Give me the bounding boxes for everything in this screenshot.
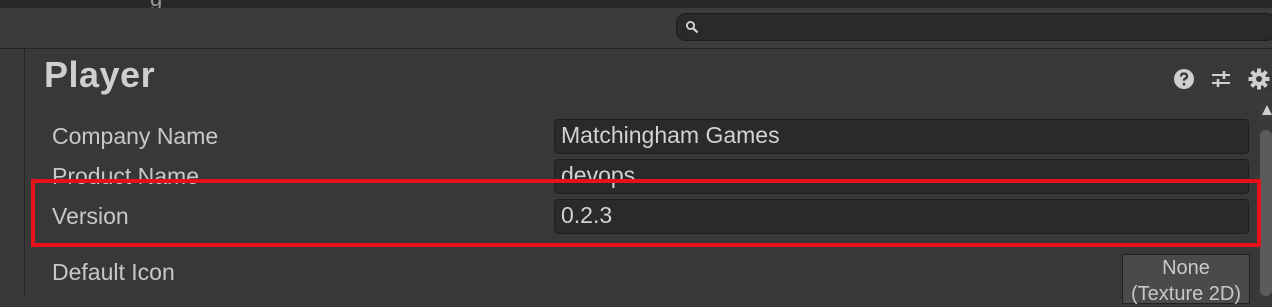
product-name-label: Product Name bbox=[52, 163, 200, 189]
search-input[interactable] bbox=[676, 13, 1272, 41]
default-icon-texture-slot[interactable]: None (Texture 2D) bbox=[1122, 254, 1250, 305]
company-name-field[interactable]: Matchingham Games bbox=[554, 119, 1249, 154]
search-icon bbox=[686, 21, 699, 34]
company-name-label: Company Name bbox=[52, 123, 219, 149]
scroll-up-arrow-icon[interactable] bbox=[1262, 105, 1272, 115]
left-panel-edge bbox=[0, 49, 25, 296]
version-label: Version bbox=[52, 203, 129, 229]
scrollbar-thumb[interactable] bbox=[1260, 130, 1272, 296]
default-icon-label: Default Icon bbox=[52, 259, 175, 285]
top-window-strip: g bbox=[0, 0, 1272, 11]
texture-slot-type-text: (Texture 2D) bbox=[1130, 283, 1242, 305]
help-icon[interactable] bbox=[1172, 67, 1196, 91]
texture-slot-none-text: None bbox=[1162, 257, 1210, 279]
page-title: Player bbox=[44, 54, 156, 95]
search-toolbar bbox=[0, 8, 1272, 49]
version-field[interactable]: 0.2.3 bbox=[554, 199, 1249, 234]
settings-icon[interactable] bbox=[1247, 67, 1271, 91]
presets-icon[interactable] bbox=[1209, 67, 1233, 91]
product-name-field[interactable]: devops bbox=[554, 159, 1249, 194]
